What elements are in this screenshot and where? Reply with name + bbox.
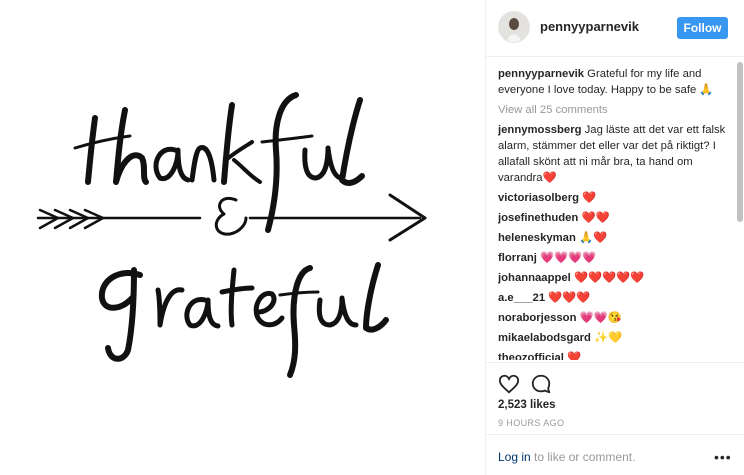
comment-username[interactable]: heleneskyman bbox=[498, 232, 576, 244]
post-actions: 2,523 likes 9 HOURS AGO bbox=[486, 362, 744, 434]
login-prompt: Log in to like or comment. bbox=[498, 450, 635, 464]
post-sidebar: pennyyparnevik Follow pennyyparnevik Gra… bbox=[485, 0, 744, 475]
comment-text: ❤️❤️❤️ bbox=[548, 292, 591, 304]
comment-username[interactable]: victoriasolberg bbox=[498, 192, 579, 204]
comments-list: pennyyparnevik Grateful for my life and … bbox=[498, 66, 730, 360]
avatar-photo-icon bbox=[499, 12, 529, 42]
comment-text: 🙏❤️ bbox=[579, 232, 608, 244]
comment-icon[interactable] bbox=[530, 373, 552, 395]
post-footer: Log in to like or comment. ••• bbox=[486, 434, 744, 475]
avatar[interactable] bbox=[498, 11, 530, 43]
comment-text: ❤️ bbox=[582, 192, 597, 204]
list-item: heleneskyman 🙏❤️ bbox=[498, 230, 730, 246]
comment-username[interactable]: jennymossberg bbox=[498, 124, 582, 136]
comment-username[interactable]: florranj bbox=[498, 252, 537, 264]
view-all-comments-link[interactable]: View all 25 comments bbox=[498, 102, 730, 118]
post-timestamp: 9 HOURS AGO bbox=[498, 418, 565, 428]
post-header: pennyyparnevik Follow bbox=[486, 0, 744, 57]
comment-text: ❤️❤️❤️❤️❤️ bbox=[573, 272, 645, 284]
post-username[interactable]: pennyyparnevik bbox=[540, 19, 639, 34]
comment-username[interactable]: josefinethuden bbox=[498, 212, 578, 224]
comment-username[interactable]: a.e___21 bbox=[498, 292, 545, 304]
post-image bbox=[0, 0, 485, 475]
more-options-button[interactable]: ••• bbox=[714, 449, 732, 465]
list-item: johannaappel ❤️❤️❤️❤️❤️ bbox=[498, 270, 730, 286]
likes-count[interactable]: 2,523 likes bbox=[498, 399, 556, 411]
caption-username[interactable]: pennyyparnevik bbox=[498, 68, 584, 80]
heart-icon[interactable] bbox=[498, 373, 520, 395]
list-item: victoriasolberg ❤️ bbox=[498, 190, 730, 206]
comment-text: ❤️ bbox=[567, 352, 582, 360]
comment-username[interactable]: theozofficial bbox=[498, 352, 564, 360]
list-item: jennymossberg Jag läste att det var ett … bbox=[498, 122, 730, 186]
follow-button[interactable]: Follow bbox=[677, 17, 728, 39]
comment-text: 💗💗😘 bbox=[579, 312, 622, 324]
comments-scrollbar[interactable] bbox=[737, 62, 743, 222]
comment-username[interactable]: mikaelabodsgard bbox=[498, 332, 591, 344]
comment-username[interactable]: johannaappel bbox=[498, 272, 571, 284]
list-item: noraborjesson 💗💗😘 bbox=[498, 310, 730, 326]
comment-username[interactable]: noraborjesson bbox=[498, 312, 576, 324]
caption: pennyyparnevik Grateful for my life and … bbox=[498, 66, 730, 98]
list-item: a.e___21 ❤️❤️❤️ bbox=[498, 290, 730, 306]
list-item: florranj 💗💗💗💗 bbox=[498, 250, 730, 266]
list-item: josefinethuden ❤️❤️ bbox=[498, 210, 730, 226]
comment-text: ✨💛 bbox=[594, 332, 623, 344]
thankful-grateful-artwork bbox=[36, 92, 427, 378]
comment-text: ❤️❤️ bbox=[581, 212, 610, 224]
comment-text: 💗💗💗💗 bbox=[540, 252, 597, 264]
login-prompt-text: to like or comment. bbox=[530, 450, 636, 464]
login-link[interactable]: Log in bbox=[498, 450, 531, 464]
list-item: mikaelabodsgard ✨💛 bbox=[498, 330, 730, 346]
list-item: theozofficial ❤️ bbox=[498, 350, 730, 360]
